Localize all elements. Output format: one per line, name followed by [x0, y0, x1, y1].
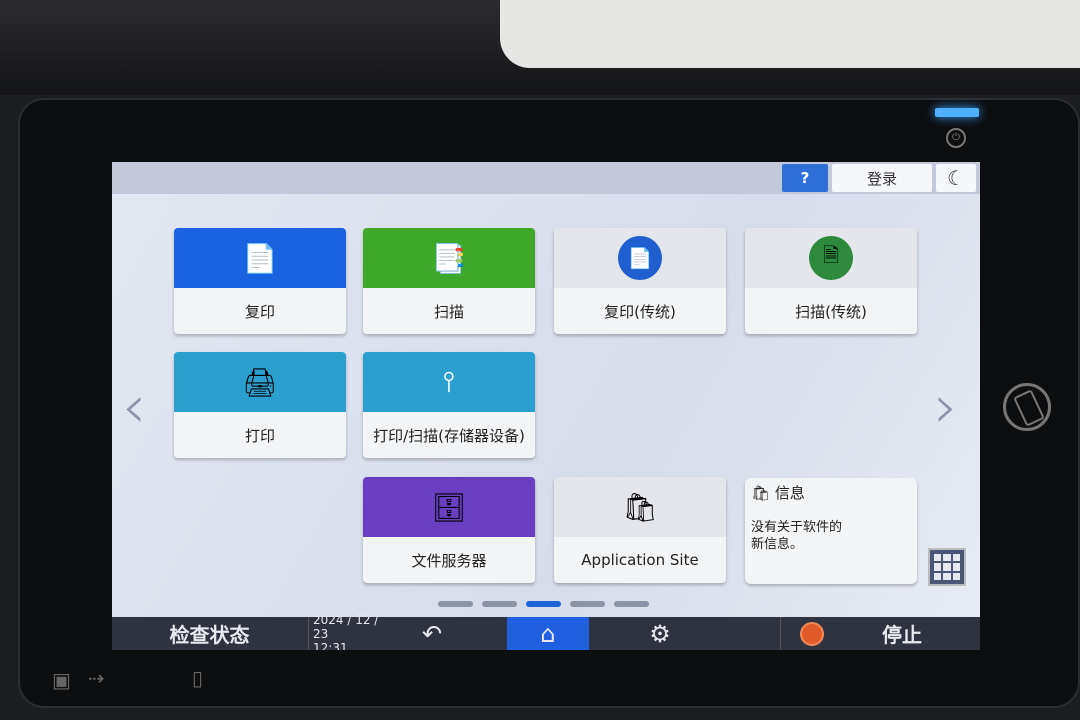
app-grid-icon[interactable] [928, 548, 966, 586]
page-dot[interactable] [614, 601, 649, 607]
info-body: 新信息。 [751, 537, 804, 552]
moon-icon[interactable]: ☾ [936, 164, 976, 192]
login-button[interactable]: 登录 [832, 164, 932, 192]
bottom-bar: 检查状态 2024 / 12 / 23 12:31 ↶ ⌂ ⚙ 停止 [112, 613, 980, 651]
page-dot[interactable] [570, 601, 605, 607]
gear-icon[interactable]: ⚙ [622, 617, 698, 650]
tile-label: 打印/扫描(存储器设备) [373, 426, 525, 445]
tile-header: ⫯ [363, 352, 535, 412]
tile-header: 🗄 [363, 477, 535, 537]
page-indicator [438, 601, 649, 607]
usb-icon: ⫯ [442, 365, 456, 398]
tile-label: 文件服务器 [411, 551, 487, 570]
document-server-icon: 🗄 [431, 490, 467, 524]
check-status-button[interactable]: 检查状态 [112, 617, 307, 650]
communication-icon: ⇢ [88, 666, 105, 690]
tile-print[interactable]: 🖨 打印 [174, 352, 346, 458]
info-title: 信息 [774, 484, 805, 502]
tile-header: 📑 [363, 228, 535, 288]
nfc-icon [1003, 383, 1051, 431]
tile-scan-classic[interactable]: 🗎 扫描(传统) [745, 228, 917, 334]
stop-icon[interactable] [792, 617, 832, 650]
tray-icon: ▯ [192, 666, 204, 690]
scan-icon: 📑 [431, 241, 467, 275]
tile-header: 🖨 [174, 352, 346, 412]
shopping-bag-icon: 🛍 [622, 490, 658, 524]
top-bar: ? 登录 ☾ [112, 162, 980, 194]
divider [780, 617, 781, 650]
tile-scan[interactable]: 📑 扫描 [363, 228, 535, 334]
back-icon[interactable]: ↶ [402, 617, 462, 650]
power-icon[interactable]: ⏻ [946, 128, 966, 148]
tile-label: 复印 [244, 302, 275, 321]
tile-copy[interactable]: 📄 复印 [174, 228, 346, 334]
page-dot[interactable] [482, 601, 517, 607]
tile-label: Application Site [581, 551, 699, 569]
home-icon[interactable]: ⌂ [507, 617, 589, 650]
date: 2024 / 12 / 23 [313, 612, 379, 641]
printer-top [0, 0, 1080, 95]
touch-screen: ? 登录 ☾ ‹ › 📄 复印 📑 扫描 📄 复印(传统) 🗎 扫描(传统) 🖨 打印 ⫯… [112, 162, 980, 650]
tile-header: 📄 [174, 228, 346, 288]
printer-icon: 🖨 [242, 365, 278, 399]
help-button[interactable]: ? [782, 164, 828, 192]
tile-header: 🛍 [554, 477, 726, 537]
tile-print-scan-memory[interactable]: ⫯ 打印/扫描(存储器设备) [363, 352, 535, 458]
tile-application-site[interactable]: 🛍 Application Site [554, 477, 726, 583]
paper-tray [500, 0, 1080, 68]
time: 12:31 [313, 640, 348, 651]
tile-label: 复印(传统) [604, 302, 676, 321]
info-body: 没有关于软件的 [751, 520, 843, 535]
info-widget[interactable]: 🛍 信息 没有关于软件的 新信息。 [745, 478, 917, 584]
copy-icon: 📄 [242, 241, 278, 275]
data-in-icon: ▣ [52, 668, 71, 692]
scan-classic-icon: 🗎 [809, 236, 853, 280]
next-page-arrow[interactable]: › [934, 372, 958, 442]
tile-header: 📄 [554, 228, 726, 288]
page-dot-current[interactable] [526, 601, 561, 607]
tile-copy-classic[interactable]: 📄 复印(传统) [554, 228, 726, 334]
copy-classic-icon: 📄 [618, 236, 662, 280]
tile-label: 扫描(传统) [795, 302, 867, 321]
page-dot[interactable] [438, 601, 473, 607]
tile-document-server[interactable]: 🗄 文件服务器 [363, 477, 535, 583]
tile-label: 打印 [244, 426, 275, 445]
tile-header: 🗎 [745, 228, 917, 288]
prev-page-arrow[interactable]: ‹ [122, 372, 146, 442]
tile-label: 扫描 [433, 302, 464, 321]
power-led [935, 108, 979, 117]
stop-button[interactable]: 停止 [832, 617, 972, 650]
shopping-bag-icon: 🛍 [751, 484, 771, 502]
date-time: 2024 / 12 / 23 12:31 [308, 613, 388, 651]
